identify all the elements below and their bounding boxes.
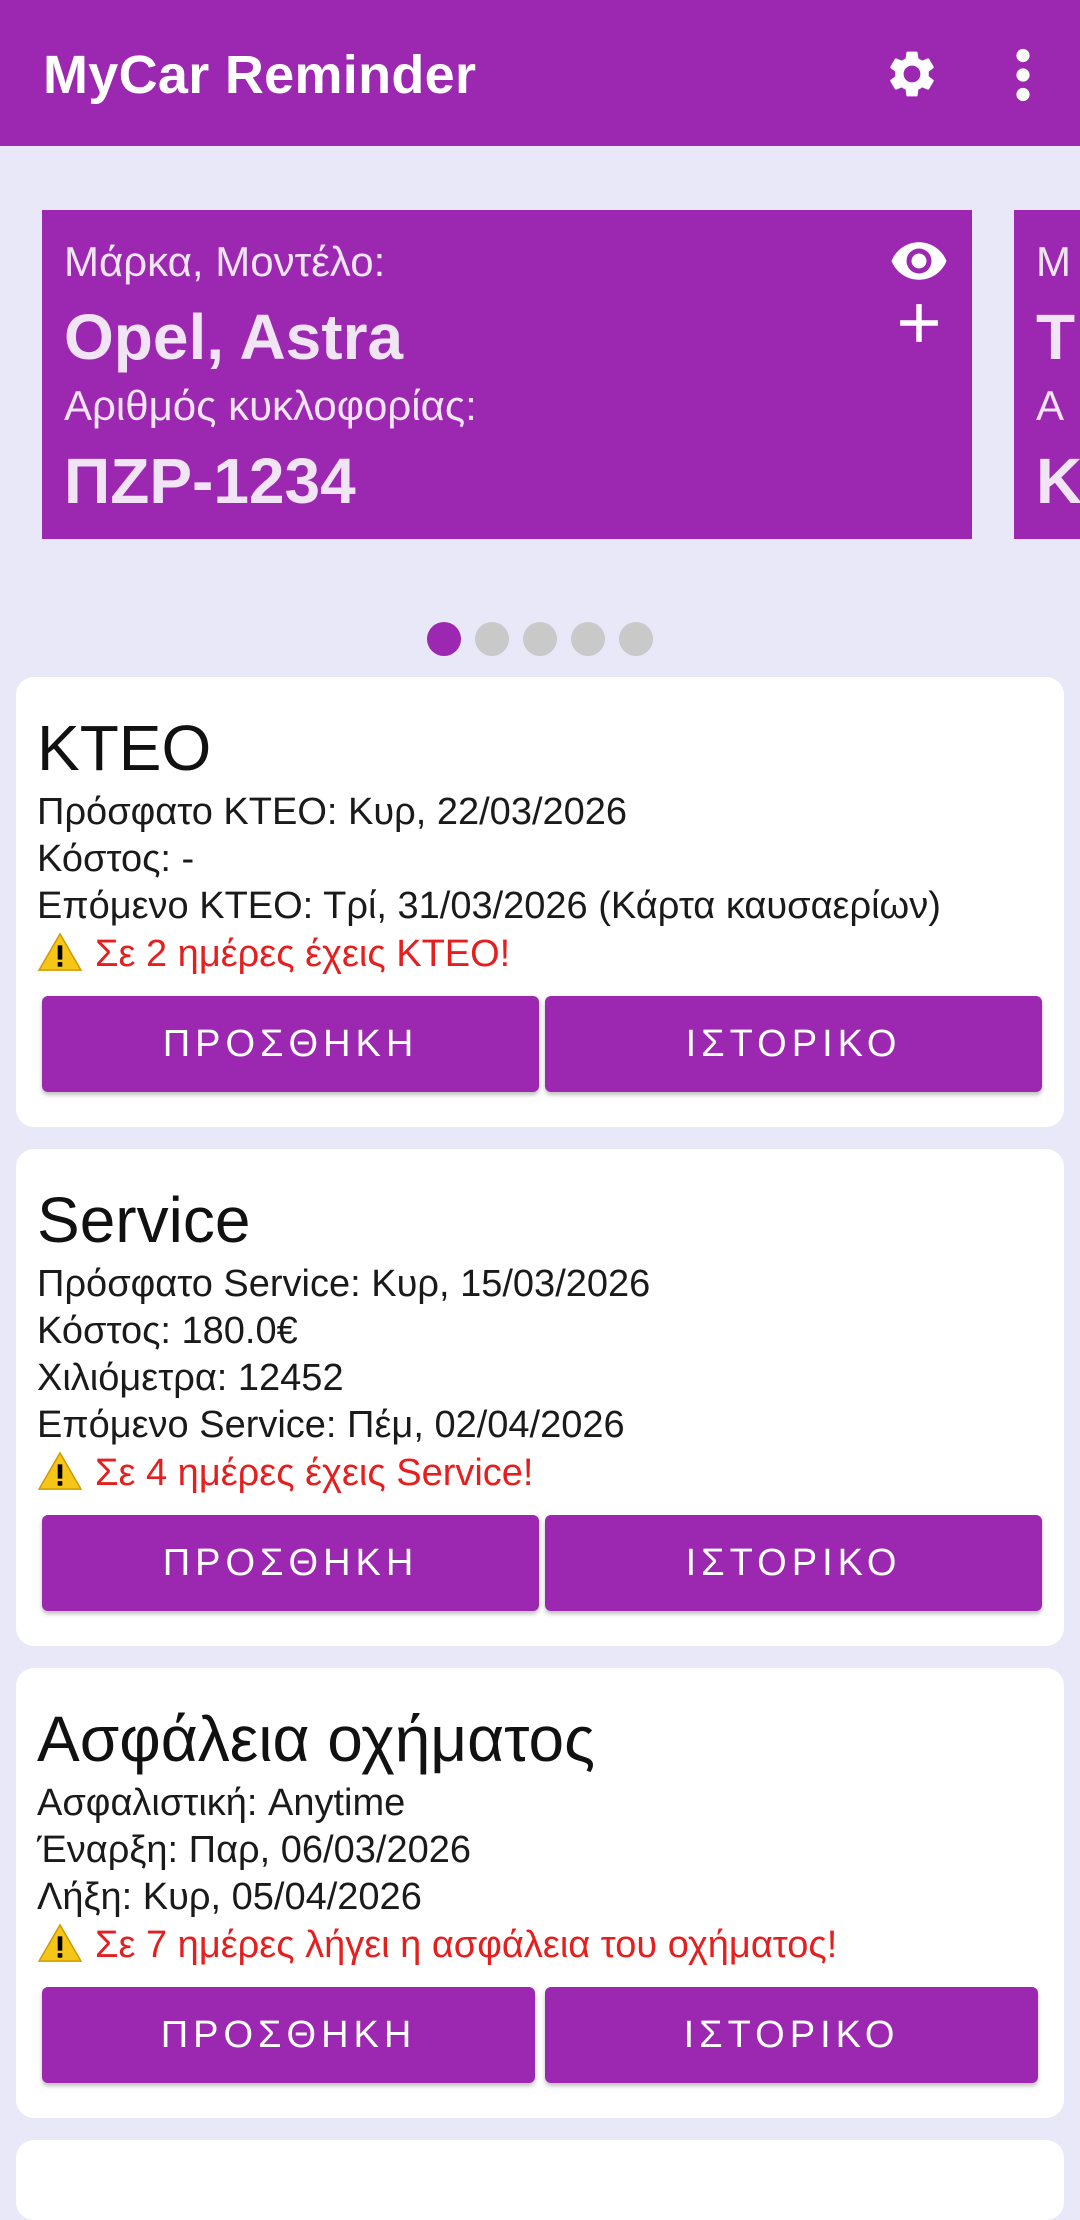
warning-icon [37, 1923, 83, 1962]
insurance-add-button[interactable]: ΠΡΟΣΘΗΚΗ [42, 1987, 535, 2083]
carousel-indicator [0, 622, 1080, 656]
kteo-card: ΚΤΕΟ Πρόσφατο ΚΤΕΟ: Κυρ, 22/03/2026 Κόστ… [16, 677, 1064, 1127]
page-dot[interactable] [523, 622, 557, 656]
plate-value: K [1036, 445, 1080, 517]
page-dot[interactable] [475, 622, 509, 656]
kilometers: Χιλιόμετρα: 12452 [37, 1357, 344, 1399]
insurance-history-button[interactable]: ΙΣΤΟΡΙΚΟ [545, 1987, 1038, 2083]
warning-text: Σε 4 ημέρες έχεις Service! [95, 1452, 534, 1494]
next-date: Επόμενο Service: Πέμ, 02/04/2026 [37, 1404, 625, 1446]
plate-label: Αριθμός κυκλοφορίας: [64, 382, 477, 429]
next-date: Επόμενο ΚΤΕΟ: Τρί, 31/03/2026 (Κάρτα καυ… [37, 885, 941, 927]
end-date: Λήξη: Κυρ, 05/04/2026 [37, 1876, 422, 1918]
warning-text: Σε 7 ημέρες λήγει η ασφάλεια του οχήματο… [95, 1924, 838, 1966]
card-title: Service [37, 1184, 251, 1256]
warning-message: Σε 4 ημέρες έχεις Service! [37, 1451, 533, 1495]
plate-value: ΠΖΡ-1234 [64, 445, 356, 517]
app-title: MyCar Reminder [43, 45, 477, 105]
car-card-next[interactable]: Μ T Α K [1014, 210, 1080, 539]
cost: Κόστος: 180.0€ [37, 1310, 298, 1352]
insurer: Ασφαλιστική: Anytime [37, 1782, 406, 1824]
page-dot[interactable] [619, 622, 653, 656]
gear-icon[interactable] [884, 46, 940, 102]
page-dot[interactable] [427, 622, 461, 656]
service-card: Service Πρόσφατο Service: Κυρ, 15/03/202… [16, 1149, 1064, 1646]
plate-label: Α [1036, 382, 1065, 429]
app-bar: MyCar Reminder [0, 0, 1080, 146]
warning-text: Σε 2 ημέρες έχεις ΚΤΕΟ! [95, 933, 511, 975]
more-vert-icon[interactable] [1005, 48, 1041, 102]
plus-icon[interactable] [898, 302, 940, 344]
cost: Κόστος: - [37, 838, 195, 880]
warning-icon [37, 1451, 83, 1490]
service-add-button[interactable]: ΠΡΟΣΘΗΚΗ [42, 1515, 539, 1611]
warning-icon [37, 932, 83, 971]
car-card[interactable]: Μάρκα, Μοντέλο: Opel, Astra Αριθμός κυκλ… [42, 210, 972, 539]
make-model-label: Μ [1036, 238, 1071, 285]
card-title: Ασφάλεια οχήματος [37, 1703, 595, 1775]
insurance-card: Ασφάλεια οχήματος Ασφαλιστική: Anytime Έ… [16, 1668, 1064, 2118]
eye-icon[interactable] [889, 238, 949, 284]
recent-date: Πρόσφατο ΚΤΕΟ: Κυρ, 22/03/2026 [37, 791, 628, 833]
kteo-add-button[interactable]: ΠΡΟΣΘΗΚΗ [42, 996, 539, 1092]
warning-message: Σε 2 ημέρες έχεις ΚΤΕΟ! [37, 932, 510, 976]
recent-date: Πρόσφατο Service: Κυρ, 15/03/2026 [37, 1263, 651, 1305]
make-model-value: T [1036, 301, 1076, 373]
warning-message: Σε 7 ημέρες λήγει η ασφάλεια του οχήματο… [37, 1923, 837, 1967]
card-title: ΚΤΕΟ [37, 712, 212, 784]
kteo-history-button[interactable]: ΙΣΤΟΡΙΚΟ [545, 996, 1042, 1092]
make-model-label: Μάρκα, Μοντέλο: [64, 238, 386, 285]
next-section-card [16, 2140, 1064, 2220]
page-dot[interactable] [571, 622, 605, 656]
make-model-value: Opel, Astra [64, 301, 404, 373]
start-date: Έναρξη: Παρ, 06/03/2026 [37, 1829, 471, 1871]
service-history-button[interactable]: ΙΣΤΟΡΙΚΟ [545, 1515, 1042, 1611]
